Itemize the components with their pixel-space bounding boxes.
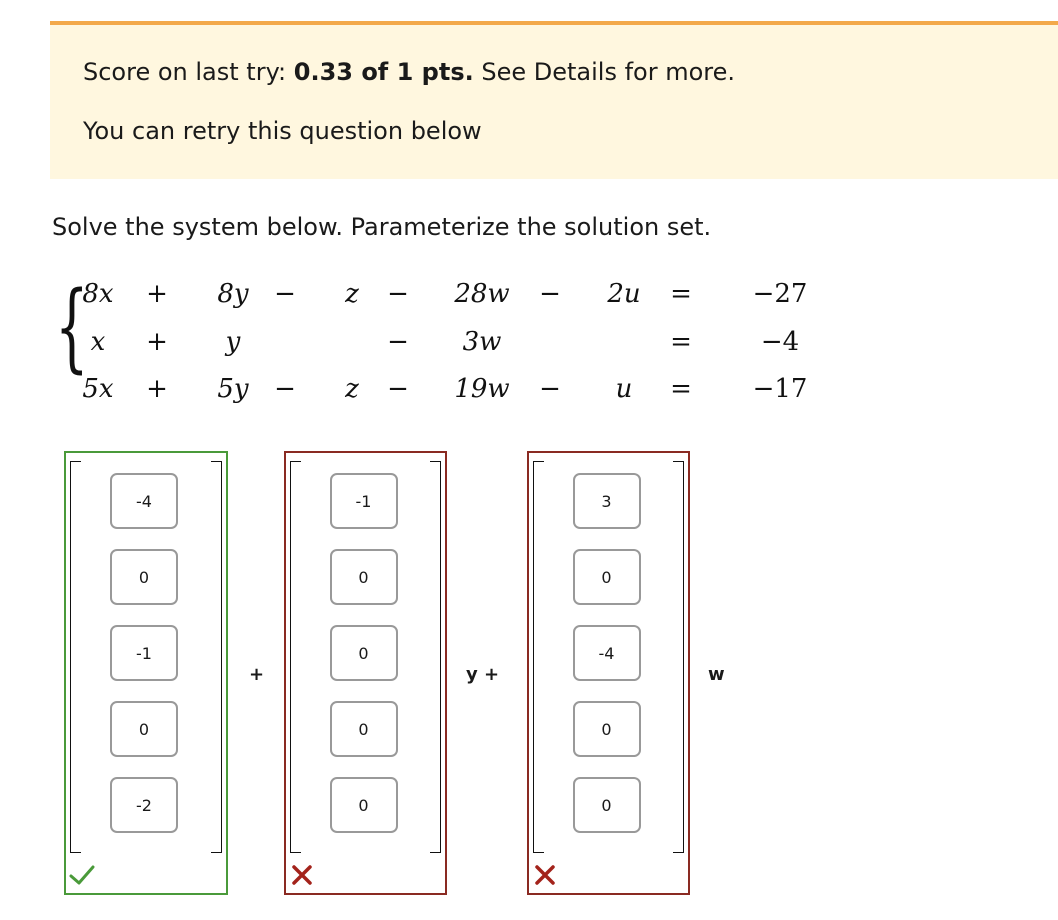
right-bracket <box>673 461 684 853</box>
answer-vector-3: 3 0 -4 0 0 <box>527 451 690 895</box>
question-prompt: Solve the system below. Parameterize the… <box>52 213 712 241</box>
check-icon <box>69 865 95 885</box>
answer-input[interactable]: 0 <box>110 701 178 757</box>
equation-term: 2u <box>607 279 641 309</box>
equation-term: − <box>274 279 296 309</box>
score-line: Score on last try: 0.33 of 1 pts. See De… <box>83 58 735 86</box>
equation-term: − <box>539 374 561 404</box>
equation-term: = <box>670 279 692 309</box>
score-value: 0.33 of 1 pts. <box>293 58 474 86</box>
equation-term: −4 <box>760 327 800 357</box>
answer-input[interactable]: 0 <box>572 701 641 757</box>
equation-term: + <box>146 279 168 309</box>
equation-term: u <box>615 374 633 404</box>
equation-term: 19w <box>454 374 510 404</box>
equation-term: − <box>387 327 409 357</box>
answer-input[interactable]: 0 <box>572 549 641 605</box>
score-banner: Score on last try: 0.33 of 1 pts. See De… <box>50 25 1058 179</box>
equation-term: + <box>146 327 168 357</box>
equation-term: 5y <box>217 374 249 404</box>
answer-input[interactable]: -2 <box>110 777 178 833</box>
equation-term: z <box>345 374 359 404</box>
answer-input[interactable]: -4 <box>572 625 641 681</box>
answer-input[interactable]: 0 <box>329 549 398 605</box>
equation-term: − <box>539 279 561 309</box>
equation-term: − <box>387 279 409 309</box>
x-icon <box>535 865 555 885</box>
answer-vector-2: -1 0 0 0 0 <box>284 451 447 895</box>
plus-operator: + <box>249 664 265 685</box>
equation-term: − <box>387 374 409 404</box>
equation-term: = <box>670 374 692 404</box>
answer-vector-1: -4 0 -1 0 -2 <box>64 451 228 895</box>
score-suffix: See Details for more. <box>473 58 735 86</box>
equation-term: y <box>225 327 241 357</box>
retry-text: You can retry this question below <box>83 117 482 145</box>
answer-input[interactable]: 0 <box>329 777 398 833</box>
w-label: w <box>708 664 725 685</box>
answer-input[interactable]: 0 <box>329 701 398 757</box>
equation-term: = <box>670 327 692 357</box>
equation-term: −27 <box>752 279 808 309</box>
left-bracket <box>290 461 301 853</box>
answer-input[interactable]: 0 <box>329 625 398 681</box>
equation-term: 5x <box>82 374 114 404</box>
answer-input[interactable]: -1 <box>110 625 178 681</box>
score-prefix: Score on last try: <box>83 58 294 86</box>
y-plus-label: y + <box>466 664 500 685</box>
equation-term: 8y <box>217 279 249 309</box>
equation-term: 3w <box>462 327 502 357</box>
x-icon <box>292 865 312 885</box>
answer-input[interactable]: 0 <box>572 777 641 833</box>
answer-input[interactable]: -4 <box>110 473 178 529</box>
equation-term: z <box>345 279 359 309</box>
equation-term: x <box>90 327 106 357</box>
answer-input[interactable]: 0 <box>110 549 178 605</box>
equation-term: −17 <box>752 374 808 404</box>
right-bracket <box>211 461 222 853</box>
answer-input[interactable]: -1 <box>329 473 398 529</box>
equation-term: − <box>274 374 296 404</box>
left-bracket <box>70 461 81 853</box>
equation-term: 28w <box>454 279 510 309</box>
right-bracket <box>430 461 441 853</box>
answer-input[interactable]: 3 <box>572 473 641 529</box>
equation-term: 8x <box>82 279 114 309</box>
left-bracket <box>533 461 544 853</box>
equation-term: + <box>146 374 168 404</box>
